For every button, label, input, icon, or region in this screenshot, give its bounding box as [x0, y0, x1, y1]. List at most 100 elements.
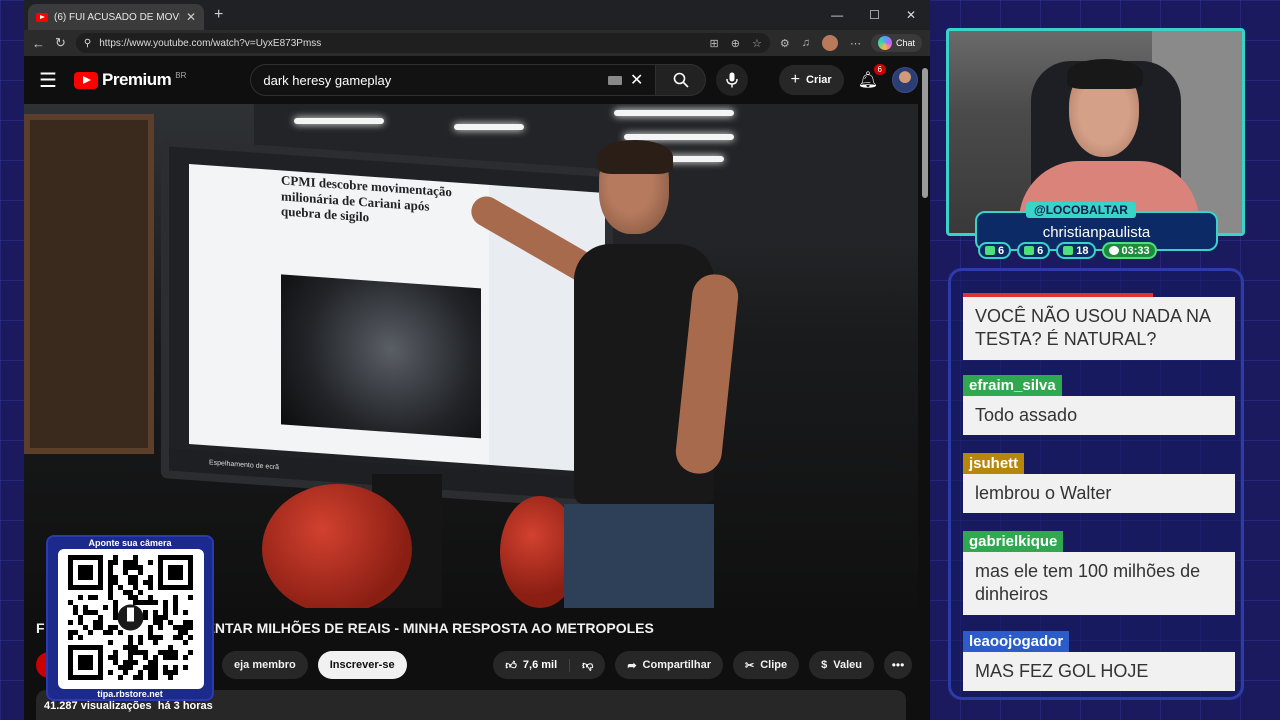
article-photo — [281, 274, 481, 439]
chat-username: gabrielkique — [963, 531, 1064, 552]
clip-button[interactable]: ✂ Clipe — [733, 651, 800, 679]
url-text: https://www.youtube.com/watch?v=UyxE873P… — [99, 37, 322, 49]
plus-icon: + — [790, 71, 800, 88]
streamer-handle: @LOCOBALTAR — [1026, 202, 1136, 218]
ceiling-light — [454, 124, 524, 130]
qr-code-icon — [68, 555, 193, 680]
ceiling-light — [614, 110, 734, 116]
chat-username: efraim_silva — [963, 375, 1062, 396]
join-button[interactable]: eja membro — [222, 651, 308, 679]
streamer-name: christianpaulista — [1042, 224, 1151, 241]
presenter-hair — [597, 140, 673, 174]
menu-icon[interactable]: ☰ — [36, 68, 60, 93]
chat-message: gabrielkique mas ele tem 100 milhões de … — [963, 531, 1235, 615]
youtube-favicon-icon — [36, 12, 48, 22]
clip-label: Clipe — [760, 659, 788, 671]
subscribe-label: Inscrever-se — [329, 659, 395, 671]
site-info-icon[interactable]: ⚲ — [84, 38, 91, 49]
tab-close-icon[interactable]: ✕ — [186, 10, 196, 24]
chat-message-text: VOCÊ NÃO USOU NADA NA TESTA? É NATURAL? — [963, 297, 1235, 360]
logo-text: Premium — [102, 70, 172, 89]
heart-icon — [1063, 246, 1074, 255]
search-icon — [673, 72, 689, 88]
more-menu-icon[interactable]: ⋯ — [850, 37, 861, 50]
chat-message-text: lembrou o Walter — [963, 474, 1235, 514]
minimize-button[interactable]: — — [831, 8, 843, 22]
chat-message: efraim_silva Todo assado — [963, 375, 1235, 436]
qr-code-card: Aponte sua câmera tipa.rbstore.net — [46, 535, 214, 701]
copilot-icon — [877, 36, 892, 50]
thanks-button[interactable]: $ Valeu — [809, 651, 874, 679]
youtube-premium-logo[interactable]: Premium BR — [74, 70, 186, 90]
page-scrollbar[interactable] — [922, 60, 928, 710]
video-player[interactable]: CPMI descobre movimentação milionária de… — [24, 104, 918, 608]
ceiling-light — [624, 134, 734, 140]
apps-icon[interactable]: ⊞ — [710, 37, 719, 50]
stat-value: 6 — [1037, 244, 1044, 257]
share-icon: ➦ — [627, 659, 637, 672]
stream-stats: 6 6 18 03:33 — [978, 242, 1157, 259]
thanks-label: Valeu — [833, 659, 862, 671]
upload-age: há 3 horas — [157, 700, 213, 712]
chat-count-stat: 6 — [978, 242, 1012, 259]
youtube-header: ☰ Premium BR dark heresy gameplay ✕ + Cr… — [24, 56, 930, 104]
thumbs-up-icon: 👍︎ — [505, 659, 517, 672]
more-dots-icon: ••• — [891, 658, 905, 672]
chat-message: leaoojogador MAS FEZ GOL HOJE — [963, 631, 1235, 692]
more-actions-button[interactable]: ••• — [884, 651, 912, 679]
extensions-icon[interactable]: ⚙ — [780, 37, 790, 50]
title-rest: ENTAR MILHÕES DE REAIS - MINHA RESPOSTA … — [205, 620, 654, 636]
tab-title: (6) FUI ACUSADO DE MOVIMENTA — [54, 11, 180, 23]
new-tab-button[interactable]: + — [214, 6, 223, 24]
stat-value: 03:33 — [1121, 244, 1150, 257]
live-chat-panel: VOCÊ NÃO USOU NADA NA TESTA? É NATURAL? … — [948, 268, 1244, 700]
profile-avatar[interactable] — [821, 35, 838, 51]
share-button[interactable]: ➦ Compartilhar — [615, 651, 723, 679]
screen-caption: Espelhamento de ecrã — [209, 458, 280, 471]
presenter-jeans — [564, 504, 714, 608]
clear-search-icon[interactable]: ✕ — [630, 70, 643, 90]
dislike-button[interactable]: 👎︎ — [570, 659, 605, 672]
voice-search-button[interactable] — [716, 64, 749, 96]
like-count: 7,6 mil — [522, 659, 558, 671]
search-query: dark heresy gameplay — [263, 72, 392, 88]
close-window-button[interactable]: ✕ — [906, 8, 916, 22]
url-field[interactable]: ⚲ https://www.youtube.com/watch?v=UyxE87… — [75, 33, 770, 53]
country-code: BR — [175, 70, 187, 80]
search-button[interactable] — [656, 64, 707, 96]
chat-message: jsuhett lembrou o Walter — [963, 453, 1235, 514]
presenter — [465, 140, 804, 608]
scissors-icon: ✂ — [745, 659, 755, 672]
notifications-button[interactable]: 🔔︎ 6 — [857, 64, 886, 90]
subscribe-button[interactable]: Inscrever-se — [317, 651, 407, 679]
view-count: 41.287 visualizações — [44, 700, 152, 712]
back-arrow-icon[interactable]: ← — [32, 36, 45, 51]
browser-tab[interactable]: (6) FUI ACUSADO DE MOVIMENTA ✕ — [28, 4, 204, 30]
account-avatar[interactable] — [892, 67, 918, 93]
youtube-logo-icon — [74, 71, 98, 89]
like-button[interactable]: 👍︎ 7,6 mil — [493, 658, 571, 672]
microphone-icon — [726, 72, 739, 88]
collections-icon[interactable]: ♫ — [802, 37, 810, 49]
reload-icon[interactable]: ↻ — [55, 35, 66, 51]
wooden-shelf — [24, 114, 154, 454]
notification-badge: 6 — [873, 64, 886, 75]
create-button[interactable]: + Criar — [778, 65, 844, 95]
chat-message-text: MAS FEZ GOL HOJE — [963, 652, 1235, 692]
chat-label: Chat — [895, 38, 915, 48]
zoom-icon[interactable]: ⊕ — [731, 37, 740, 50]
thumbs-down-icon: 👎︎ — [582, 659, 594, 672]
favorite-star-icon[interactable]: ☆ — [752, 37, 762, 50]
maximize-button[interactable]: ☐ — [869, 8, 880, 22]
copilot-chat-button[interactable]: Chat — [870, 34, 922, 52]
chat-bubble-icon — [985, 246, 995, 255]
search-bar: dark heresy gameplay ✕ — [250, 64, 749, 96]
keyboard-icon[interactable] — [607, 75, 622, 85]
clock-icon — [1108, 246, 1119, 255]
red-chair — [262, 484, 412, 608]
bell-icon: 🔔︎ — [857, 72, 878, 89]
qr-bottom-text: tipa.rbstore.net — [97, 689, 163, 699]
scrollbar-thumb[interactable] — [922, 68, 928, 198]
join-label: eja membro — [234, 659, 296, 671]
search-input[interactable]: dark heresy gameplay ✕ — [250, 64, 657, 96]
